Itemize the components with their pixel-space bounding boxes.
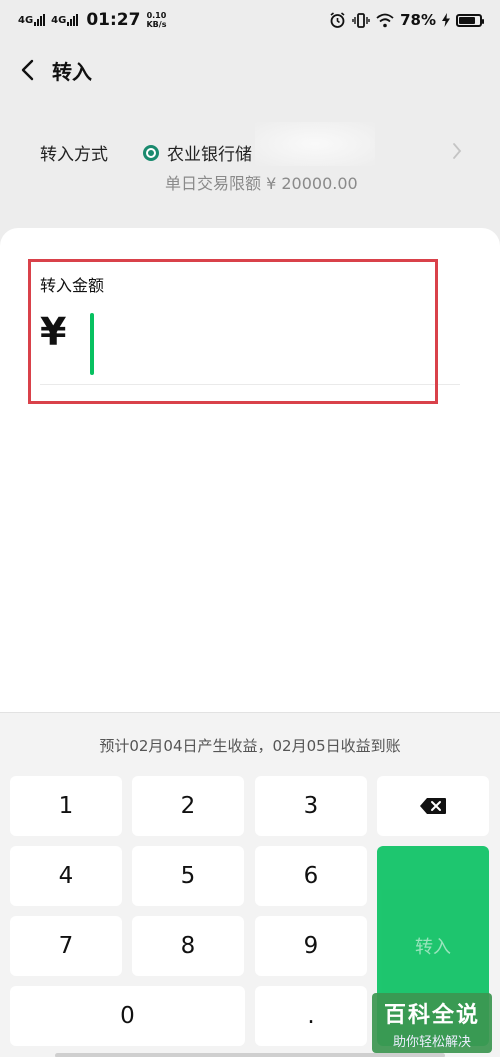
wifi-icon	[376, 13, 394, 27]
bank-name: 农业银行储	[167, 145, 252, 165]
charging-bolt-icon	[442, 13, 450, 27]
key-2[interactable]: 2	[132, 776, 244, 836]
signal-label-2: 4G	[51, 15, 67, 26]
abc-bank-logo-icon	[143, 144, 159, 161]
watermark-logo: 百科全说 助你轻松解决	[372, 993, 492, 1053]
signal-label-1: 4G	[18, 15, 34, 26]
card-number-mask	[255, 122, 375, 166]
chevron-right-icon	[453, 143, 462, 159]
watermark-subtitle: 助你轻松解决	[392, 1034, 471, 1050]
key-decimal[interactable]: .	[255, 986, 367, 1046]
earnings-hint: 预计02月04日产生收益，02月05日收益到账	[99, 737, 401, 755]
key-8[interactable]: 8	[132, 916, 244, 976]
daily-limit: 单日交易限额 ¥ 20000.00	[165, 174, 358, 193]
signal-bars-icon	[34, 14, 46, 26]
transfer-method-row[interactable]: 转入方式 农业银行储 单日交易限额 ¥ 20000.00	[0, 122, 500, 198]
clock: 01:27	[86, 10, 141, 30]
network-speed: 0.10 KB/s	[146, 11, 166, 29]
key-4[interactable]: 4	[10, 846, 122, 906]
page-title: 转入	[52, 59, 92, 84]
back-button[interactable]	[2, 44, 52, 96]
vibrate-icon	[352, 12, 370, 28]
key-5[interactable]: 5	[132, 846, 244, 906]
delete-key[interactable]	[377, 776, 489, 836]
network-speed-unit: KB/s	[146, 20, 167, 29]
chevron-left-icon	[21, 59, 34, 81]
status-right: 78%	[329, 11, 484, 29]
alarm-clock-icon	[330, 11, 345, 28]
transfer-method-label: 转入方式	[40, 145, 108, 165]
key-7[interactable]: 7	[10, 916, 122, 976]
bank-card-selector[interactable]: 农业银行储	[143, 140, 252, 165]
battery-percent: 78%	[400, 11, 436, 29]
signal-indicator-2: 4G	[51, 14, 79, 26]
watermark-title: 百科全说	[383, 1002, 480, 1028]
signal-indicator-1: 4G	[18, 14, 46, 26]
status-bar: 4G 4G 01:27 0.10 KB/s 78%	[0, 0, 500, 40]
backspace-icon	[420, 798, 446, 814]
key-3[interactable]: 3	[255, 776, 367, 836]
signal-bars-icon	[67, 14, 79, 26]
key-0[interactable]: 0	[10, 986, 245, 1046]
network-speed-value: 0.10	[146, 11, 167, 20]
battery-icon	[456, 13, 484, 27]
navigation-header: 转入	[0, 44, 500, 96]
status-left: 4G 4G 01:27 0.10 KB/s	[18, 10, 166, 30]
amount-card: 转入金额 ¥	[0, 228, 500, 718]
annotation-highlight-box	[28, 259, 438, 404]
key-6[interactable]: 6	[255, 846, 367, 906]
key-1[interactable]: 1	[10, 776, 122, 836]
key-9[interactable]: 9	[255, 916, 367, 976]
home-indicator[interactable]	[55, 1053, 445, 1057]
